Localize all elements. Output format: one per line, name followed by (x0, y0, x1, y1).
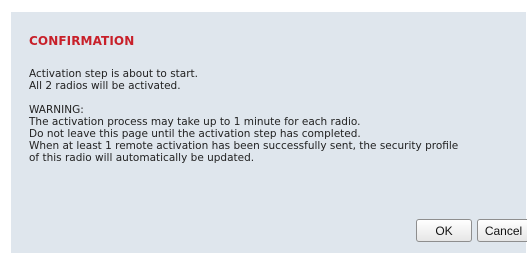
dialog-message: Activation step is about to start. All 2… (29, 68, 524, 164)
message-line: Activation step is about to start. (29, 68, 198, 80)
warning-line: of this radio will automatically be upda… (29, 152, 255, 164)
warning-line: The activation process may take up to 1 … (29, 116, 361, 128)
confirmation-dialog: CONFIRMATION Activation step is about to… (11, 12, 527, 253)
warning-line: When at least 1 remote activation has be… (29, 140, 459, 152)
message-spacer (29, 92, 524, 104)
warning-line: Do not leave this page until the activat… (29, 128, 361, 140)
message-line: All 2 radios will be activated. (29, 80, 181, 92)
dialog-title: CONFIRMATION (29, 34, 135, 48)
cancel-button[interactable]: Cancel (477, 219, 527, 242)
ok-button[interactable]: OK (416, 219, 472, 242)
warning-heading: WARNING: (29, 104, 84, 116)
